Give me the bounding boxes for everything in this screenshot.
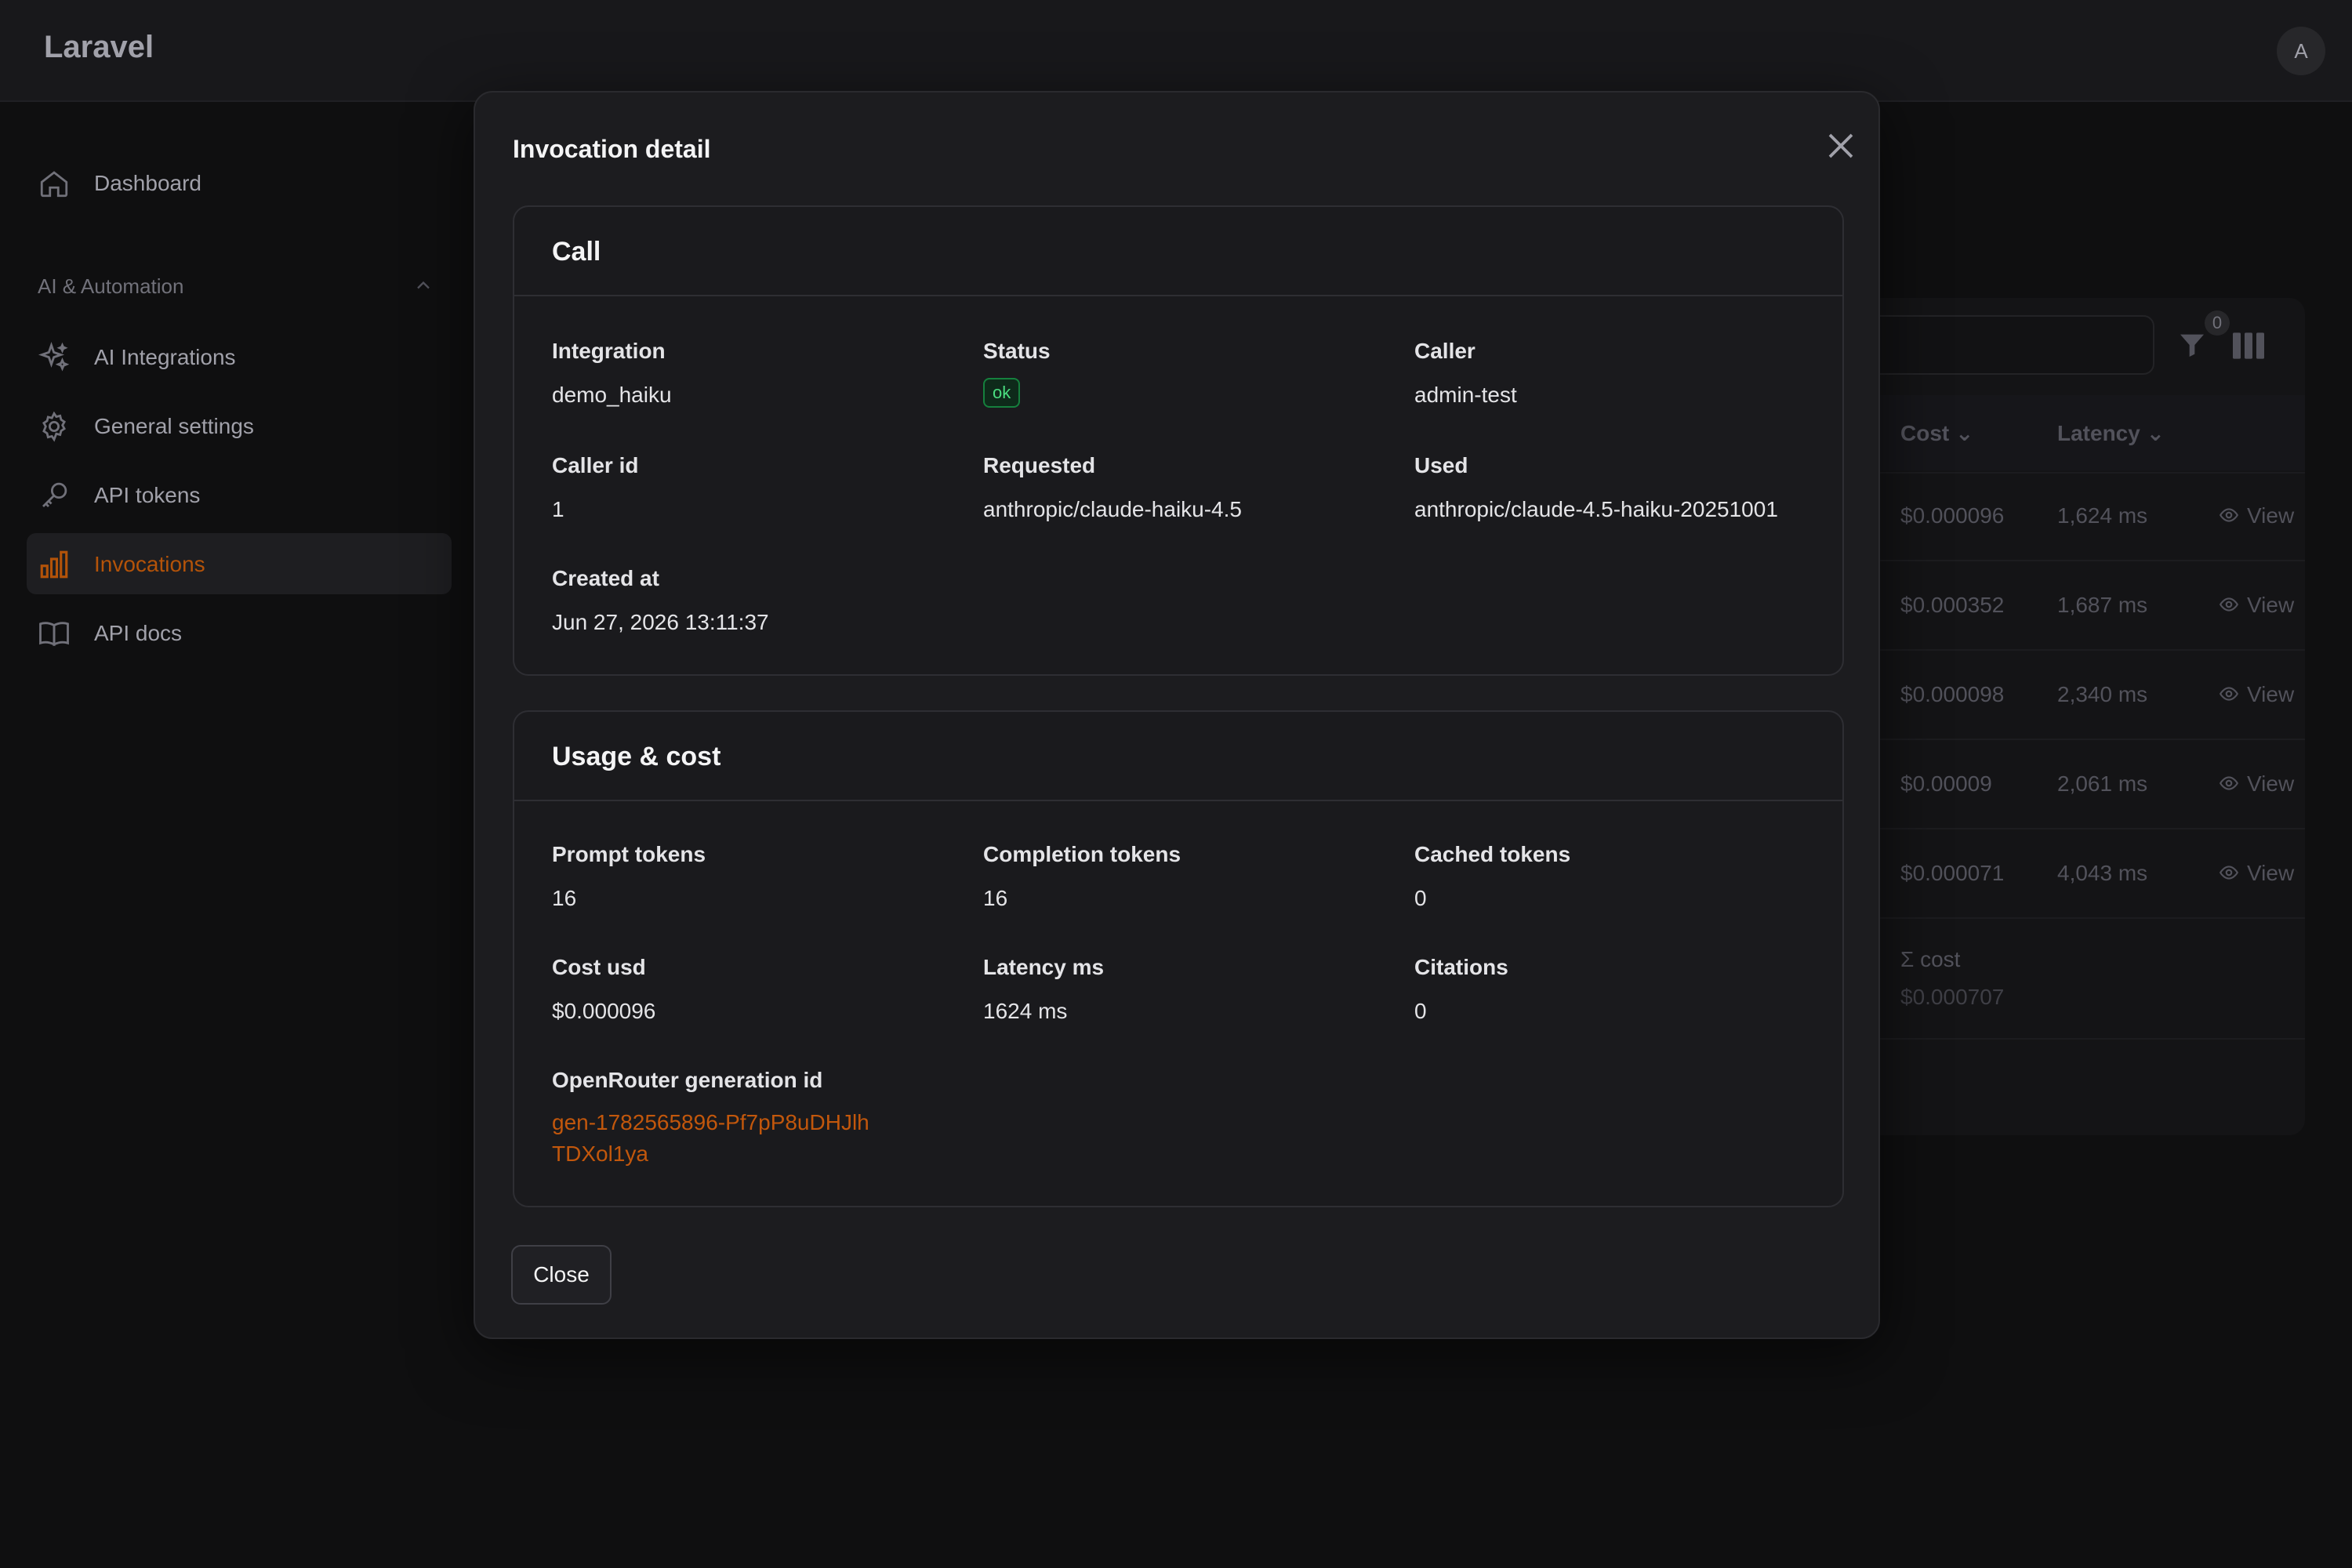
- row-divider: [1827, 828, 2305, 829]
- field-label-latency-ms: Latency ms: [983, 955, 1105, 979]
- top-bar: Laravel A: [0, 0, 2352, 102]
- field-value-cached-tokens: 0: [1414, 886, 1427, 910]
- brand-logo[interactable]: Laravel: [44, 30, 154, 65]
- gear-icon: [38, 410, 71, 443]
- field-label-created-at: Created at: [552, 566, 659, 590]
- field-label-caller: Caller: [1414, 339, 1475, 363]
- eye-icon: [2219, 866, 2239, 880]
- table-cell-latency: 4,043 ms: [2057, 861, 2148, 885]
- table-cell-latency: 2,061 ms: [2057, 771, 2148, 796]
- field-value-created-at: Jun 27, 2026 13:11:37: [552, 610, 769, 634]
- view-row-button[interactable]: View: [2219, 503, 2294, 528]
- sidebar-item-api-tokens[interactable]: API tokens: [27, 464, 452, 525]
- generation-id-link[interactable]: gen-1782565896-Pf7pP8uDHJlhTDXol1ya: [552, 1107, 881, 1170]
- sidebar-item-label: API docs: [94, 621, 183, 645]
- field-label-integration: Integration: [552, 339, 666, 363]
- section-title: Call: [552, 237, 601, 267]
- field-label-requested: Requested: [983, 453, 1096, 477]
- nav-group-label[interactable]: AI & Automation: [38, 274, 183, 299]
- row-divider: [1827, 739, 2305, 740]
- eye-icon: [2219, 776, 2239, 790]
- field-value-latency-ms: 1624 ms: [983, 999, 1068, 1023]
- table-cell-latency: 2,340 ms: [2057, 682, 2148, 706]
- sidebar-item-ai-integrations[interactable]: AI Integrations: [27, 326, 452, 387]
- field-value-integration: demo_haiku: [552, 383, 672, 407]
- section-header: Call: [514, 207, 1842, 296]
- field-value-used: anthropic/claude-4.5-haiku-20251001: [1414, 497, 1778, 521]
- sidebar-item-invocations[interactable]: Invocations: [27, 533, 452, 594]
- view-row-button[interactable]: View: [2219, 593, 2294, 618]
- sidebar-item-general-settings[interactable]: General settings: [27, 395, 452, 456]
- field-value-cost-usd: $0.000096: [552, 999, 656, 1023]
- sidebar-item-label: General settings: [94, 414, 254, 438]
- filter-icon[interactable]: [2176, 329, 2208, 361]
- status-badge: ok: [983, 378, 1021, 408]
- home-icon: [38, 167, 71, 200]
- table-cell-cost: $0.000098: [1900, 682, 2005, 706]
- close-icon[interactable]: [1819, 124, 1863, 168]
- eye-icon: [2219, 597, 2239, 612]
- column-header-cost[interactable]: Cost ⌄: [1900, 420, 1973, 446]
- section-title: Usage & cost: [552, 742, 721, 771]
- table-cell-cost: $0.000352: [1900, 593, 2005, 617]
- field-label-citations: Citations: [1414, 955, 1508, 979]
- field-label-prompt-tokens: Prompt tokens: [552, 842, 706, 866]
- row-divider: [1827, 560, 2305, 561]
- sparkles-icon: [38, 341, 71, 374]
- table-cell-latency: 1,624 ms: [2057, 503, 2148, 528]
- field-label-status: Status: [983, 339, 1051, 363]
- field-label-completion-tokens: Completion tokens: [983, 842, 1181, 866]
- view-row-button[interactable]: View: [2219, 861, 2294, 886]
- key-icon: [38, 479, 71, 512]
- book-icon: [38, 617, 71, 650]
- eye-icon: [2219, 508, 2239, 522]
- filter-count-badge: 0: [2205, 310, 2230, 336]
- modal-title: Invocation detail: [513, 135, 711, 163]
- sidebar-item-label: AI Integrations: [94, 345, 236, 369]
- row-divider: [1827, 649, 2305, 651]
- field-label-used: Used: [1414, 453, 1468, 477]
- invocation-detail-modal: Invocation detail Call Integration demo_…: [474, 91, 1880, 1339]
- field-label-generation-id: OpenRouter generation id: [552, 1068, 823, 1092]
- row-divider: [1827, 472, 2305, 474]
- table-cell-cost: $0.000071: [1900, 861, 2005, 885]
- row-divider: [1827, 1038, 2305, 1040]
- field-label-cached-tokens: Cached tokens: [1414, 842, 1571, 866]
- bar-chart-icon: [38, 548, 71, 581]
- close-button[interactable]: Close: [511, 1245, 612, 1305]
- sidebar-item-dashboard[interactable]: Dashboard: [27, 152, 452, 213]
- field-value-requested: anthropic/claude-haiku-4.5: [983, 497, 1242, 521]
- sidebar-item-label: Dashboard: [94, 171, 201, 195]
- columns-icon[interactable]: [2233, 332, 2264, 359]
- sidebar-item-label: API tokens: [94, 483, 201, 507]
- field-value-caller: admin-test: [1414, 383, 1517, 407]
- eye-icon: [2219, 687, 2239, 701]
- view-row-button[interactable]: View: [2219, 682, 2294, 707]
- table-cell-latency: 1,687 ms: [2057, 593, 2148, 617]
- summary-label: Σ cost: [1900, 947, 1961, 971]
- table-cell-cost: $0.00009: [1900, 771, 1992, 796]
- avatar[interactable]: A: [2277, 27, 2325, 75]
- field-value-citations: 0: [1414, 999, 1427, 1023]
- chevron-up-icon[interactable]: [412, 274, 434, 296]
- sidebar: Dashboard AI & Automation AI Integration…: [0, 103, 464, 1568]
- sidebar-item-label: Invocations: [94, 552, 205, 576]
- field-label-cost-usd: Cost usd: [552, 955, 646, 979]
- column-header-latency[interactable]: Latency ⌄: [2057, 420, 2165, 446]
- field-value-completion-tokens: 16: [983, 886, 1008, 910]
- field-label-caller-id: Caller id: [552, 453, 639, 477]
- sidebar-item-api-docs[interactable]: API docs: [27, 602, 452, 663]
- call-section: Call Integration demo_haiku Status ok Ca…: [513, 205, 1844, 676]
- view-row-button[interactable]: View: [2219, 771, 2294, 797]
- usage-cost-section: Usage & cost Prompt tokens 16 Completion…: [513, 710, 1844, 1207]
- field-value-caller-id: 1: [552, 497, 564, 521]
- field-value-prompt-tokens: 16: [552, 886, 577, 910]
- table-cell-cost: $0.000096: [1900, 503, 2005, 528]
- section-header: Usage & cost: [514, 712, 1842, 801]
- row-divider: [1827, 917, 2305, 919]
- summary-value: $0.000707: [1900, 985, 2005, 1009]
